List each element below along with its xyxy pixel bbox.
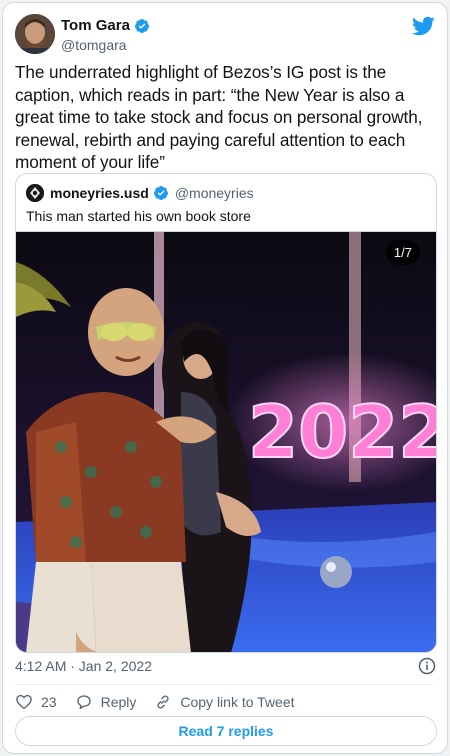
like-button[interactable]: 23 — [15, 693, 57, 711]
quoted-tweet[interactable]: moneyries.usd @moneyries This man starte… — [15, 173, 437, 653]
quoted-avatar — [26, 184, 44, 202]
twitter-bird-icon[interactable] — [411, 14, 435, 38]
photo-counter: 1/7 — [385, 240, 420, 265]
action-bar: 23 Reply Copy link to Tweet — [15, 691, 313, 713]
link-icon — [157, 695, 170, 709]
divider — [15, 684, 435, 685]
reply-button[interactable]: Reply — [75, 693, 137, 711]
tweet-text: The underrated highlight of Bezos’s IG p… — [15, 62, 423, 172]
info-icon[interactable] — [417, 656, 437, 676]
author-name[interactable]: Tom Gara — [61, 17, 130, 34]
copy-link-label: Copy link to Tweet — [180, 694, 295, 710]
heart-icon — [16, 694, 32, 710]
quoted-header: moneyries.usd @moneyries — [26, 184, 254, 202]
like-count: 23 — [41, 694, 57, 710]
avatar[interactable] — [15, 14, 55, 54]
quoted-text: This man started his own book store — [26, 208, 251, 224]
reply-label: Reply — [100, 694, 137, 710]
reply-icon — [76, 695, 91, 710]
verified-badge-icon — [134, 18, 149, 33]
tweet-card: Tom Gara @tomgara The underrated highlig… — [2, 2, 448, 754]
quoted-handle: @moneyries — [174, 185, 254, 201]
timestamp[interactable]: 4:12 AM · Jan 2, 2022 — [15, 658, 152, 674]
read-replies-button[interactable]: Read 7 replies — [15, 716, 437, 746]
sign-2022: 2022 — [248, 390, 436, 474]
quoted-verified-badge-icon — [153, 186, 168, 200]
copy-link-button[interactable]: Copy link to Tweet — [154, 693, 295, 711]
tweet-header: Tom Gara @tomgara — [15, 14, 435, 54]
quoted-photo[interactable]: 2022 1/7 — [16, 231, 436, 652]
author-block: Tom Gara @tomgara — [61, 17, 150, 53]
author-handle[interactable]: @tomgara — [61, 37, 150, 53]
quoted-name: moneyries.usd — [50, 185, 149, 201]
